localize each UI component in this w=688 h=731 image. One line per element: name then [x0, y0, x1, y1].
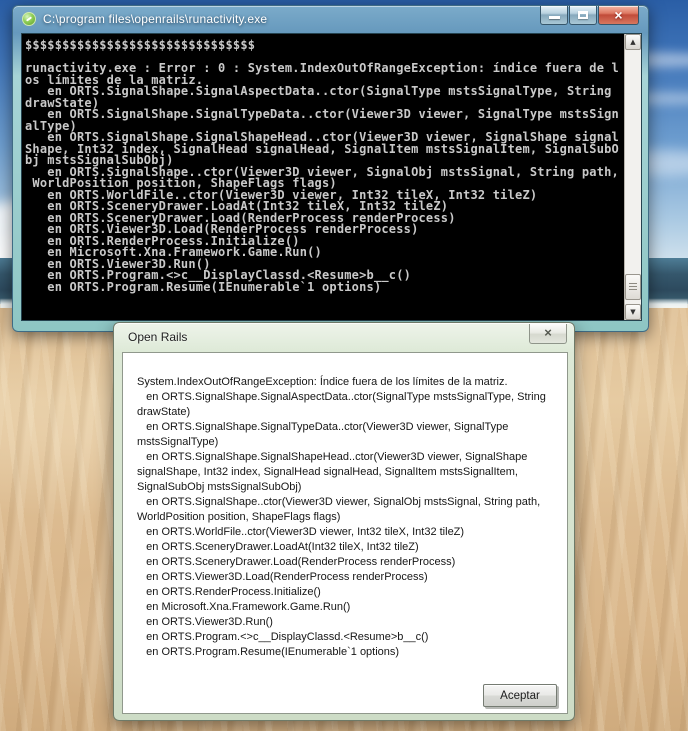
error-dialog: Open Rails × System.IndexOutOfRangeExcep… [113, 322, 575, 721]
minimize-button[interactable] [540, 6, 568, 25]
dialog-titlebar[interactable]: Open Rails × [114, 323, 574, 352]
minimize-icon [549, 16, 560, 19]
dialog-close-button[interactable]: × [529, 324, 567, 344]
scrollbar-grip-icon [629, 283, 637, 292]
console-titlebar[interactable]: C:\program files\openrails\runactivity.e… [13, 6, 648, 33]
console-body: $$$$$$$$$$$$$$$$$$$$$$$$$$$$$$$ runactiv… [21, 33, 642, 321]
app-icon [22, 12, 36, 26]
maximize-button[interactable] [569, 6, 597, 25]
scroll-down-icon: ▼ [626, 305, 640, 319]
console-scrollbar[interactable]: ▲ ▼ [624, 34, 641, 320]
scrollbar-thumb[interactable] [625, 274, 641, 300]
maximize-icon [578, 11, 588, 19]
dialog-content-panel: System.IndexOutOfRangeException: Índice … [122, 352, 568, 714]
window-controls: × [539, 6, 639, 25]
error-stack-trace: System.IndexOutOfRangeException: Índice … [123, 353, 567, 660]
scroll-down-button[interactable]: ▼ [625, 304, 641, 320]
console-output: $$$$$$$$$$$$$$$$$$$$$$$$$$$$$$$ runactiv… [22, 34, 624, 320]
close-icon: × [599, 6, 638, 24]
console-title: C:\program files\openrails\runactivity.e… [43, 12, 267, 26]
desktop: C:\program files\openrails\runactivity.e… [0, 0, 688, 731]
console-window: C:\program files\openrails\runactivity.e… [12, 5, 649, 332]
close-button[interactable]: × [598, 6, 639, 25]
scroll-up-icon: ▲ [626, 35, 640, 49]
scroll-up-button[interactable]: ▲ [625, 34, 641, 50]
close-icon: × [530, 324, 566, 342]
dialog-title: Open Rails [128, 330, 187, 344]
accept-button[interactable]: Aceptar [483, 684, 557, 707]
